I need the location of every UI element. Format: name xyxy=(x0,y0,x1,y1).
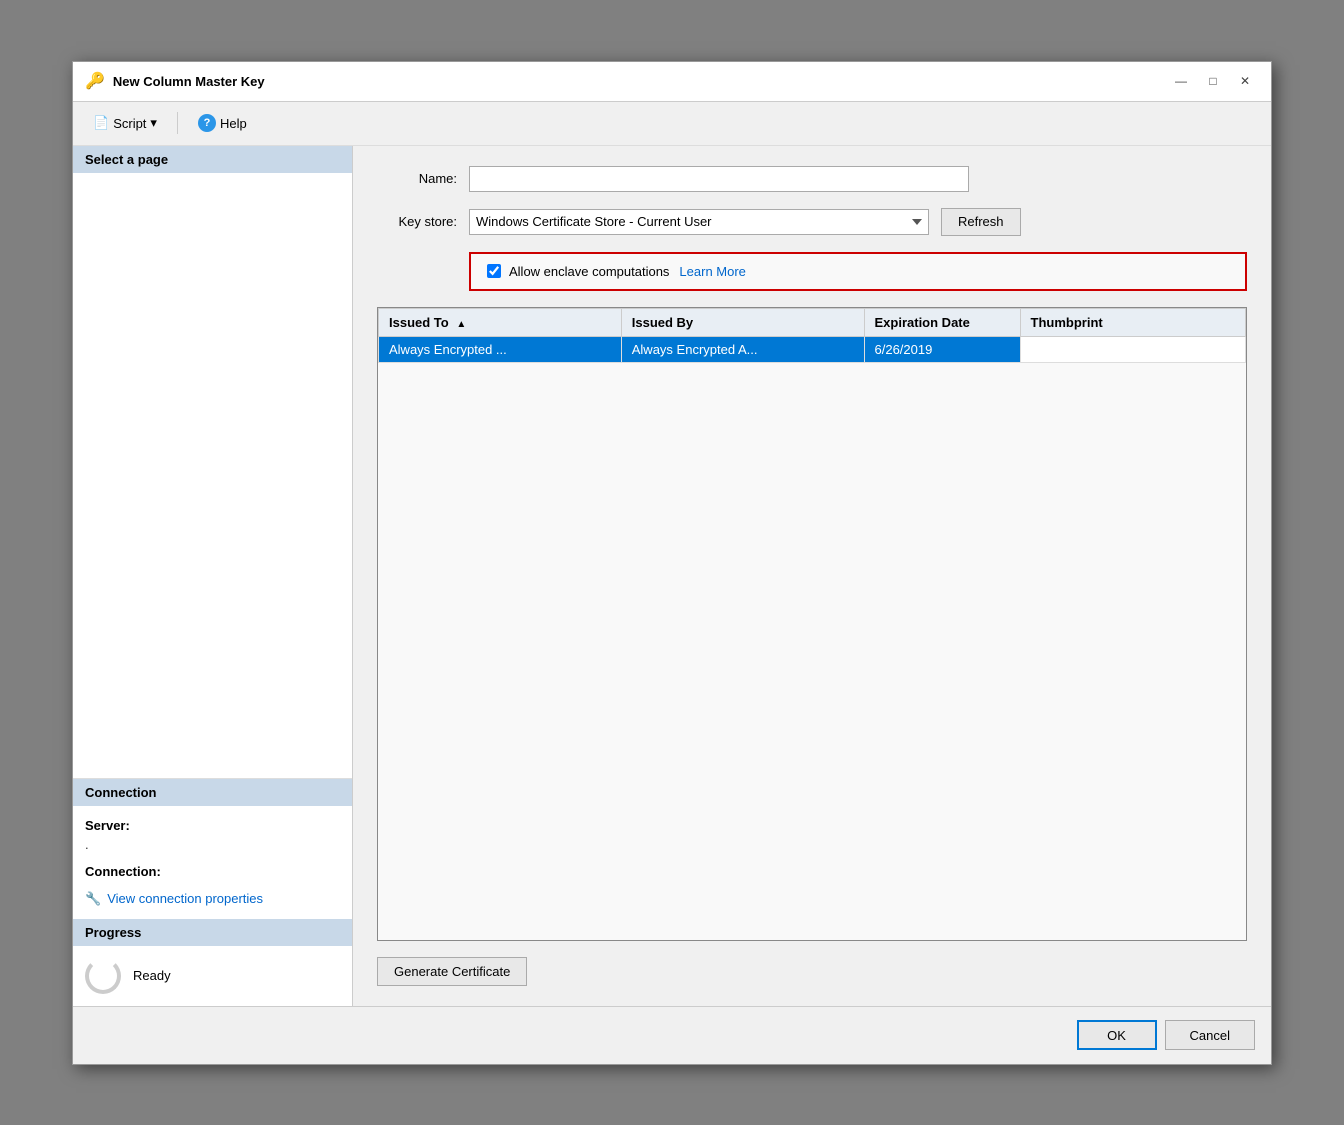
keystore-row: Key store: Windows Certificate Store - C… xyxy=(377,208,1247,236)
main-window: 🔑 New Column Master Key — □ ✕ 📄 Script ▾… xyxy=(72,61,1272,1065)
enclave-checkbox[interactable] xyxy=(487,264,501,278)
table-header-row: Issued To ▲ Issued By Expiration Date Th… xyxy=(379,308,1246,336)
col-header-thumbprint[interactable]: Thumbprint xyxy=(1020,308,1245,336)
keystore-select[interactable]: Windows Certificate Store - Current User… xyxy=(469,209,929,235)
table-row[interactable]: Always Encrypted ...Always Encrypted A..… xyxy=(379,336,1246,362)
progress-header: Progress xyxy=(73,919,352,946)
progress-spinner xyxy=(85,958,121,994)
expiration-label: Expiration Date xyxy=(875,315,970,330)
cert-table-body: Always Encrypted ...Always Encrypted A..… xyxy=(379,336,1246,362)
cell-expiration: 6/26/2019 xyxy=(864,336,1020,362)
window-title: New Column Master Key xyxy=(113,74,1167,89)
select-page-header: Select a page xyxy=(73,146,352,173)
progress-status: Ready xyxy=(133,968,171,983)
cell-thumbprint xyxy=(1020,336,1245,362)
progress-section: Connection Server: . Connection: 🔧 View … xyxy=(73,778,352,1006)
help-icon: ? xyxy=(198,114,216,132)
col-header-expiration[interactable]: Expiration Date xyxy=(864,308,1020,336)
cell-issued-to: Always Encrypted ... xyxy=(379,336,622,362)
name-input[interactable] xyxy=(469,166,969,192)
main-content: Name: Key store: Windows Certificate Sto… xyxy=(353,146,1271,1006)
close-button[interactable]: ✕ xyxy=(1231,70,1259,92)
server-value: . xyxy=(85,837,340,852)
footer: OK Cancel xyxy=(73,1006,1271,1064)
script-dropdown-icon: ▾ xyxy=(150,115,157,131)
learn-more-link[interactable]: Learn More xyxy=(679,264,745,279)
cert-table-container: Issued To ▲ Issued By Expiration Date Th… xyxy=(377,307,1247,941)
view-connection-label: View connection properties xyxy=(107,891,263,906)
server-label: Server: xyxy=(85,818,340,833)
generate-certificate-button[interactable]: Generate Certificate xyxy=(377,957,527,986)
col-header-issued-by[interactable]: Issued By xyxy=(621,308,864,336)
connection-label: Connection: xyxy=(85,864,340,879)
refresh-button[interactable]: Refresh xyxy=(941,208,1021,236)
maximize-button[interactable]: □ xyxy=(1199,70,1227,92)
issued-by-label: Issued By xyxy=(632,315,693,330)
enclave-label: Allow enclave computations xyxy=(509,264,669,279)
connection-icon: 🔧 xyxy=(85,891,101,907)
issued-to-label: Issued To xyxy=(389,315,449,330)
title-bar: 🔑 New Column Master Key — □ ✕ xyxy=(73,62,1271,102)
thumbprint-label: Thumbprint xyxy=(1031,315,1103,330)
minimize-button[interactable]: — xyxy=(1167,70,1195,92)
view-connection-link[interactable]: 🔧 View connection properties xyxy=(85,891,340,907)
script-label: Script xyxy=(113,116,146,131)
script-icon: 📄 xyxy=(93,115,109,131)
progress-area: Ready xyxy=(73,946,352,1006)
keystore-label: Key store: xyxy=(377,214,457,229)
connection-area: Server: . Connection: 🔧 View connection … xyxy=(73,806,352,919)
col-header-issued-to[interactable]: Issued To ▲ xyxy=(379,308,622,336)
cert-table: Issued To ▲ Issued By Expiration Date Th… xyxy=(378,308,1246,363)
name-label: Name: xyxy=(377,171,457,186)
window-icon: 🔑 xyxy=(85,71,105,91)
body-area: Select a page Connection Server: . Conne… xyxy=(73,146,1271,1006)
toolbar: 📄 Script ▾ ? Help xyxy=(73,102,1271,146)
help-button[interactable]: ? Help xyxy=(190,110,255,136)
cell-issued-by: Always Encrypted A... xyxy=(621,336,864,362)
enclave-box: Allow enclave computations Learn More xyxy=(469,252,1247,291)
checkbox-area: Allow enclave computations xyxy=(487,264,669,279)
name-row: Name: xyxy=(377,166,1247,192)
cancel-button[interactable]: Cancel xyxy=(1165,1020,1255,1050)
connection-header: Connection xyxy=(73,779,352,806)
sort-arrow-icon: ▲ xyxy=(456,319,466,330)
script-button[interactable]: 📄 Script ▾ xyxy=(85,111,165,135)
window-controls: — □ ✕ xyxy=(1167,70,1259,92)
help-label: Help xyxy=(220,116,247,131)
sidebar: Select a page Connection Server: . Conne… xyxy=(73,146,353,1006)
ok-button[interactable]: OK xyxy=(1077,1020,1157,1050)
toolbar-divider xyxy=(177,112,178,134)
